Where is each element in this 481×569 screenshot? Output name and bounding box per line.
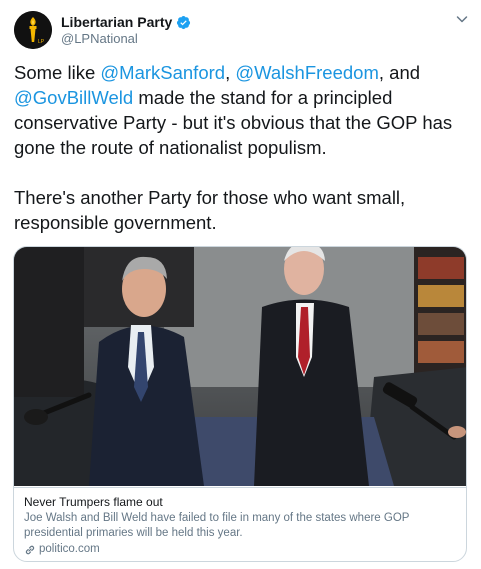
tweet-text-segment: made the stand for a principled conserva…	[14, 87, 453, 233]
mention-link[interactable]: @MarkSanford	[100, 62, 225, 83]
card-title[interactable]: Never Trumpers flame out	[24, 494, 458, 510]
verified-badge-icon	[176, 15, 191, 30]
tweet-text-segment: Some like	[14, 62, 101, 83]
account-name[interactable]: Libertarian Party	[61, 14, 172, 30]
link-icon	[24, 544, 36, 556]
tweet-text-segment: ,	[225, 62, 236, 83]
torch-logo-icon: LP	[14, 11, 52, 49]
tweet-text: Some like @MarkSanford, @WalshFreedom, a…	[14, 60, 469, 235]
account-name-row[interactable]: Libertarian Party	[61, 13, 191, 31]
card-description: Joe Walsh and Bill Weld have failed to f…	[24, 512, 410, 539]
account-handle[interactable]: @LPNational	[61, 31, 138, 46]
card-domain[interactable]: politico.com	[39, 542, 100, 557]
mention-link[interactable]: @WalshFreedom	[235, 62, 379, 83]
card-domain-row[interactable]: politico.com	[24, 542, 458, 557]
avatar[interactable]: LP	[14, 11, 52, 49]
mention-link[interactable]: @GovBillWeld	[14, 87, 133, 108]
svg-text:LP: LP	[38, 39, 45, 45]
link-card[interactable]: Never Trumpers flame out Joe Walsh and B…	[13, 246, 467, 562]
chevron-down-icon[interactable]	[455, 12, 469, 26]
card-image[interactable]	[14, 247, 466, 486]
tweet: LP Libertarian Party @LPNational Some li…	[0, 0, 481, 569]
tweet-text-segment: , and	[378, 62, 426, 83]
card-meta[interactable]: Never Trumpers flame out Joe Walsh and B…	[14, 487, 466, 561]
